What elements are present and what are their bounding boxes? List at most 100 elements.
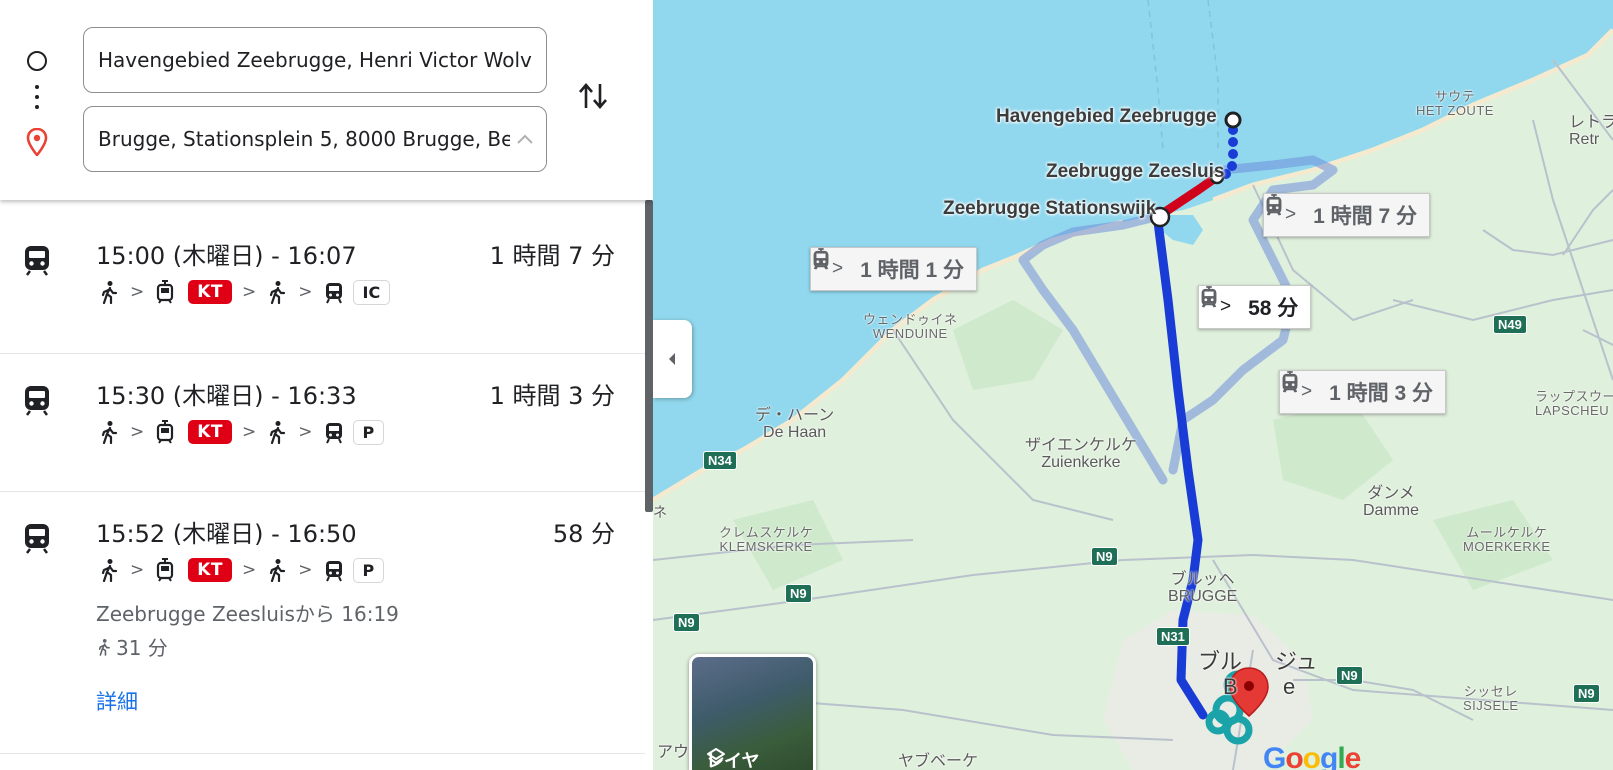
route-time-range: 15:52 (木曜日) - 16:50	[96, 520, 357, 548]
walk-note-row: 31 分	[96, 632, 168, 661]
road-badge: N9	[1573, 684, 1600, 703]
route-time-range: 15:00 (木曜日) - 16:07	[96, 242, 357, 270]
train-icon	[25, 524, 49, 554]
place-label: ラップスウー LAPSCHEU	[1535, 389, 1613, 418]
walk-icon	[270, 559, 286, 582]
walk-icon	[270, 421, 286, 444]
step-chevron-icon: >	[298, 282, 313, 302]
google-logo: Google	[1263, 742, 1361, 770]
origin-marker-icon[interactable]	[1224, 111, 1242, 129]
train-icon	[325, 561, 342, 582]
origin-circle-icon	[27, 51, 47, 71]
origin-input[interactable]	[84, 28, 546, 92]
train-icon	[813, 250, 829, 270]
step-chevron-icon: >	[298, 422, 313, 442]
route-option[interactable]: 15:00 (木曜日) - 16:07 1 時間 7 分 > KT > > IC	[0, 214, 645, 354]
city-label: ジュ	[1275, 649, 1318, 674]
walk-duration: 31 分	[116, 636, 168, 660]
route-steps: > KT > > IC	[98, 278, 391, 306]
place-label: ヤブベーケ	[898, 753, 979, 770]
place-label: ダンメ Damme	[1363, 485, 1420, 519]
destination-input[interactable]	[84, 107, 546, 171]
step-chevron-icon: >	[130, 282, 145, 302]
train-line-badge: P	[352, 557, 385, 583]
road-badge: N9	[1336, 666, 1363, 685]
route-steps: > KT > > P	[98, 418, 385, 446]
directions-search-box	[0, 0, 653, 200]
step-chevron-icon: >	[242, 422, 257, 442]
route-callout[interactable]: > 1 時間 1 分	[810, 247, 977, 291]
stop-label-transfer[interactable]: Zeebrugge Zeesluis	[1046, 162, 1224, 182]
tram-line-badge: KT	[188, 420, 233, 444]
route-callout[interactable]: > 1 時間 3 分	[1279, 370, 1446, 414]
route-option-selected[interactable]: 15:52 (木曜日) - 16:50 58 分 > KT > > P Zeeb…	[0, 492, 645, 754]
walk-icon	[101, 421, 118, 444]
place-label: アウ	[657, 744, 690, 761]
stop-label-station[interactable]: Zeebrugge Stationswijk	[943, 199, 1156, 219]
destination-field[interactable]	[83, 106, 547, 172]
step-chevron-icon: >	[242, 282, 257, 302]
place-label: シッセレ SIJSELE	[1463, 684, 1519, 713]
place-label: ブルッヘ BRUGGE	[1168, 571, 1238, 605]
callout-duration: 1 時間 3 分	[1329, 382, 1433, 405]
place-label: サウテ HET ZOUTE	[1416, 89, 1494, 118]
place-label: ムールケルケ MOERKERKE	[1463, 525, 1551, 554]
tram-icon	[157, 558, 174, 582]
walk-icon	[270, 281, 286, 304]
road-badge: N34	[703, 451, 737, 470]
road-badge: N49	[1493, 315, 1527, 334]
callout-duration: 1 時間 1 分	[860, 259, 964, 282]
step-chevron-icon: >	[130, 560, 145, 580]
layers-icon	[707, 748, 725, 764]
callout-duration: 58 分	[1248, 297, 1299, 320]
train-icon	[1282, 373, 1298, 393]
tram-icon	[157, 420, 174, 444]
route-callout-selected[interactable]: > 58 分	[1198, 285, 1312, 329]
place-label: ネ	[653, 504, 667, 520]
city-label: ブル	[1198, 649, 1243, 674]
road-badge: N9	[1091, 547, 1118, 566]
stop-label-origin[interactable]: Havengebied Zeebrugge	[996, 107, 1217, 127]
directions-panel: 15:00 (木曜日) - 16:07 1 時間 7 分 > KT > > IC	[0, 0, 653, 770]
layers-label-row: レイヤ	[706, 747, 759, 770]
train-icon	[1201, 288, 1217, 308]
city-label: e	[1283, 674, 1296, 699]
chevron-up-icon[interactable]	[514, 129, 536, 151]
departure-note: Zeebrugge Zeesluisから 16:19	[96, 602, 399, 626]
callout-duration: 1 時間 7 分	[1313, 205, 1417, 228]
train-icon	[1266, 196, 1282, 216]
vertical-dots-icon	[35, 85, 39, 109]
step-chevron-icon: >	[242, 560, 257, 580]
collapse-panel-button[interactable]	[653, 320, 692, 398]
step-chevron-icon: >	[130, 422, 145, 442]
route-option[interactable]: 15:30 (木曜日) - 16:33 1 時間 3 分 > KT > > P	[0, 354, 645, 492]
tram-line-badge: KT	[188, 280, 233, 304]
city-label: B	[1223, 674, 1238, 699]
chevron-left-icon	[669, 353, 675, 365]
swap-directions-button[interactable]	[575, 78, 611, 114]
place-label: デ・ハーン De Haan	[755, 407, 835, 441]
train-icon	[25, 386, 49, 416]
place-label: ザイエンケルケ Zuienkerke	[1025, 437, 1137, 471]
walk-icon	[98, 638, 110, 656]
place-label: クレムスケルケ KLEMSKERKE	[719, 525, 814, 554]
train-icon	[325, 283, 342, 304]
train-line-badge: IC	[352, 279, 391, 305]
origin-field[interactable]	[83, 27, 547, 93]
walk-icon	[101, 559, 118, 582]
route-duration: 1 時間 3 分	[489, 382, 615, 410]
route-steps: > KT > > P	[98, 556, 385, 584]
place-label: レトラ Retr	[1569, 114, 1613, 148]
tram-icon	[157, 280, 174, 304]
route-duration: 1 時間 7 分	[489, 242, 615, 270]
details-link[interactable]: 詳細	[96, 686, 138, 716]
route-results-list: 15:00 (木曜日) - 16:07 1 時間 7 分 > KT > > IC	[0, 214, 645, 754]
map-canvas[interactable]: Havengebied Zeebrugge Zeebrugge Zeesluis…	[653, 0, 1613, 770]
results-scrollbar[interactable]	[645, 200, 653, 512]
layers-button[interactable]: レイヤ	[689, 654, 816, 770]
step-chevron-icon: >	[298, 560, 313, 580]
route-callout[interactable]: > 1 時間 7 分	[1263, 193, 1430, 237]
road-badge: N9	[785, 584, 812, 603]
train-icon	[325, 423, 342, 444]
tram-line-badge: KT	[188, 558, 233, 582]
